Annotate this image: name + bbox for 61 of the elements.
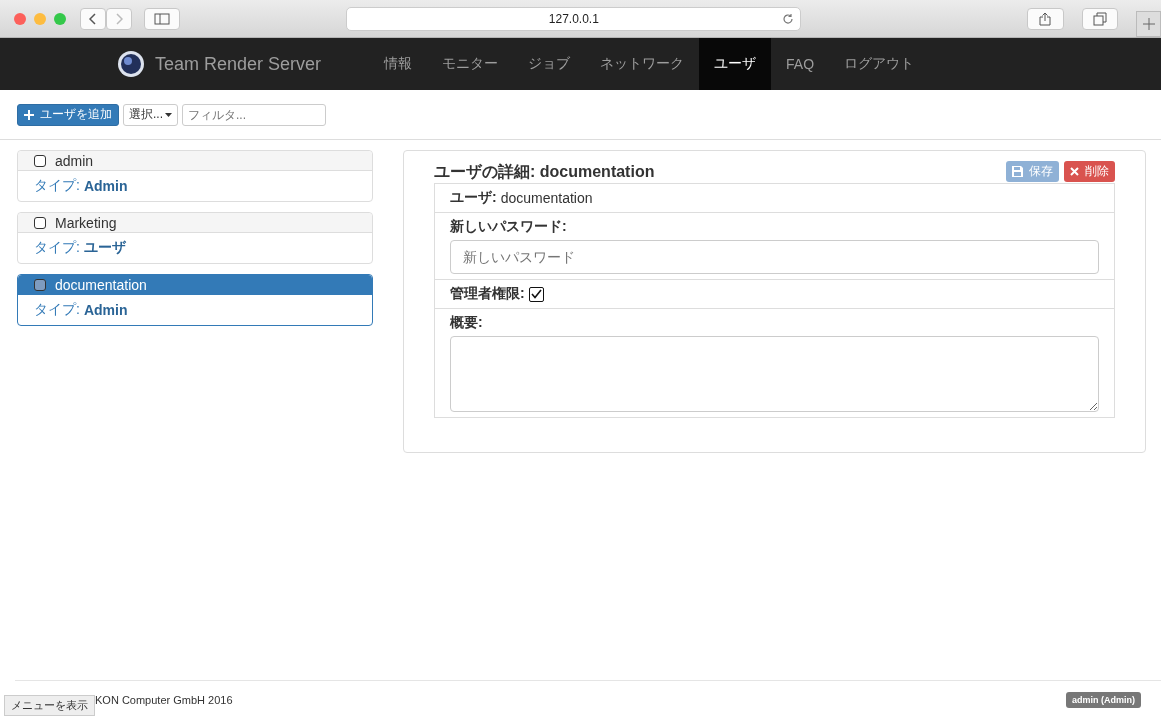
close-icon[interactable] [14, 12, 26, 25]
select-dropdown[interactable]: 選択... [123, 103, 178, 126]
plus-icon [1142, 18, 1155, 30]
nav-tab[interactable]: ネットワーク [585, 38, 700, 90]
zoom-icon[interactable] [54, 12, 66, 25]
checkbox[interactable] [34, 154, 46, 167]
nav-tab[interactable]: 情報 [369, 38, 428, 90]
password-label: 新しいパスワード: [450, 218, 568, 236]
type-label: タイプ: [34, 301, 80, 319]
tabs-button[interactable] [1081, 7, 1119, 30]
forward-button[interactable] [106, 7, 132, 30]
caret-icon [165, 112, 172, 117]
type-label: タイプ: [34, 177, 80, 195]
chevron-left-icon [89, 12, 97, 25]
type-value: ユーザ [83, 239, 126, 257]
user-card[interactable]: documentation タイプ: Admin [17, 274, 373, 326]
summary-label: 概要: [450, 314, 484, 332]
reload-icon[interactable] [782, 12, 795, 25]
copyright-text: KON Computer GmbH 2016 [95, 693, 233, 706]
checkbox[interactable] [34, 278, 46, 291]
nav-tab[interactable]: FAQ [771, 38, 830, 90]
chevron-right-icon [115, 12, 123, 25]
delete-button[interactable]: 削除 [1064, 161, 1115, 182]
filter-field[interactable]: フィルタ... [182, 103, 326, 126]
user-label: ユーザ: [450, 189, 497, 207]
type-value: Admin [83, 178, 128, 194]
type-label: タイプ: [34, 239, 80, 257]
back-button[interactable] [80, 7, 106, 30]
user-badge: admin (Admin) [1066, 691, 1141, 708]
admin-checkbox[interactable] [528, 286, 544, 302]
user-card[interactable]: admin タイプ: Admin [17, 150, 373, 202]
logo-icon [117, 50, 145, 78]
nav-tab[interactable]: ログアウト [829, 38, 930, 90]
share-icon [1039, 11, 1052, 26]
share-button[interactable] [1027, 7, 1064, 30]
user-name: Marketing [55, 214, 117, 231]
address-field[interactable]: 127.0.0.1 [346, 6, 802, 31]
brand-name[interactable]: Team Render Server [155, 53, 322, 75]
tabs-icon [1092, 11, 1107, 26]
admin-label: 管理者権限: [450, 285, 525, 303]
user-name: admin [55, 152, 94, 169]
close-icon [1070, 167, 1079, 176]
user-card[interactable]: Marketing タイプ: ユーザ [17, 212, 373, 264]
summary-field[interactable] [450, 336, 1099, 412]
sidebar-icon [154, 12, 171, 25]
minimize-icon[interactable] [34, 12, 46, 25]
type-value: Admin [83, 302, 128, 318]
checkbox[interactable] [34, 216, 46, 229]
nav-tab[interactable]: モニター [427, 38, 514, 90]
nav-tab[interactable]: ユーザ [699, 38, 772, 90]
menu-tooltip[interactable]: メニューを表示 [4, 695, 95, 716]
sidebar-button[interactable] [144, 7, 181, 30]
user-name: documentation [55, 276, 147, 293]
plus-icon [24, 109, 34, 120]
password-field[interactable]: 新しいパスワード [450, 240, 1099, 274]
user-value: documentation [500, 190, 593, 206]
nav-tab[interactable]: ジョブ [513, 38, 586, 90]
floppy-icon [1012, 166, 1023, 177]
add-user-button[interactable]: ユーザを追加 [17, 103, 119, 126]
detail-title: ユーザの詳細: documentation [434, 162, 655, 182]
new-tab-button[interactable] [1136, 11, 1161, 37]
